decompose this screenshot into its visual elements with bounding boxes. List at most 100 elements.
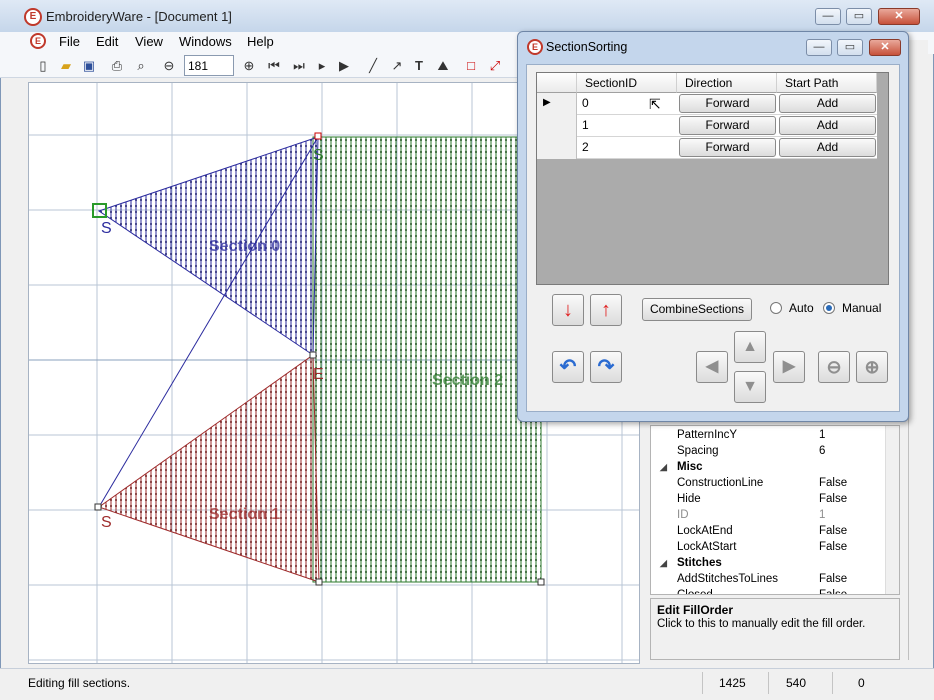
property-grid-scrollbar[interactable] bbox=[885, 426, 899, 594]
dialog-minimize-button[interactable]: — bbox=[806, 39, 832, 56]
property-category[interactable]: ◢ Stitches bbox=[651, 556, 887, 572]
property-value[interactable]: 1 bbox=[819, 429, 825, 441]
redo-icon[interactable]: ↷ bbox=[590, 351, 622, 383]
zoom-out-icon[interactable]: ⊖ bbox=[160, 57, 178, 75]
new-file-icon[interactable]: ▯ bbox=[34, 57, 52, 75]
zoom-input[interactable] bbox=[184, 55, 234, 76]
grid-row[interactable]: 2 Forward Add bbox=[537, 137, 877, 159]
direction-button[interactable]: Forward bbox=[679, 116, 776, 135]
property-value[interactable]: False bbox=[819, 573, 847, 585]
open-folder-icon[interactable]: ▰ bbox=[57, 57, 75, 75]
node-handle[interactable] bbox=[537, 578, 545, 586]
dialog-zoom-out-icon[interactable]: ⊖ bbox=[818, 351, 850, 383]
print-preview-icon[interactable]: ⌕ bbox=[132, 57, 150, 75]
dialog-restore-button[interactable]: ▭ bbox=[837, 39, 863, 56]
menu-view[interactable]: View bbox=[135, 34, 163, 49]
window-title: EmbroideryWare - [Document 1] bbox=[46, 9, 232, 24]
dialog-close-button[interactable]: ✕ bbox=[869, 39, 901, 56]
grid-row[interactable]: 1 Forward Add bbox=[537, 115, 877, 137]
property-value[interactable]: False bbox=[819, 541, 847, 553]
pan-left-icon[interactable]: ◀ bbox=[696, 351, 728, 383]
collapse-triangle-icon[interactable]: ◢ bbox=[660, 462, 667, 473]
section-2-shape[interactable] bbox=[312, 136, 542, 583]
fast-forward-icon[interactable]: ⏭ bbox=[290, 57, 308, 75]
step-icon[interactable]: ▸ bbox=[313, 57, 331, 75]
panel-splitter[interactable] bbox=[908, 40, 928, 660]
text-tool-icon[interactable]: T bbox=[410, 57, 428, 75]
cell-section-id[interactable]: 0 bbox=[582, 96, 589, 110]
property-row[interactable]: LockAtEnd False bbox=[651, 524, 887, 540]
section-end-marker: E bbox=[313, 366, 324, 383]
property-category[interactable]: ◢ Misc bbox=[651, 460, 887, 476]
property-row[interactable]: ConstructionLine False bbox=[651, 476, 887, 492]
dialog-zoom-in-icon[interactable]: ⊕ bbox=[856, 351, 888, 383]
property-row[interactable]: PatternIncY 1 bbox=[651, 428, 887, 444]
column-header-direction[interactable]: Direction bbox=[677, 73, 777, 93]
property-value[interactable]: False bbox=[819, 477, 847, 489]
menu-windows[interactable]: Windows bbox=[179, 34, 232, 49]
move-down-arrow-icon[interactable]: ↓ bbox=[552, 294, 584, 326]
mouse-cursor-icon: ⇱ bbox=[649, 96, 661, 112]
close-button[interactable]: ✕ bbox=[878, 8, 920, 25]
move-up-arrow-icon[interactable]: ↑ bbox=[590, 294, 622, 326]
property-name: ID bbox=[677, 509, 689, 521]
combine-sections-button[interactable]: CombineSections bbox=[642, 298, 752, 321]
grid-row[interactable]: ▶ 0 Forward Add ⇱ bbox=[537, 93, 877, 115]
property-row[interactable]: Spacing 6 bbox=[651, 444, 887, 460]
print-icon[interactable]: ⎙ bbox=[108, 57, 126, 75]
property-name: PatternIncY bbox=[677, 429, 738, 441]
section-1-shape[interactable] bbox=[97, 354, 320, 583]
mode-auto-radio[interactable] bbox=[770, 302, 782, 314]
line-tool-icon[interactable]: ╱ bbox=[364, 57, 382, 75]
column-header-start-path[interactable]: Start Path bbox=[777, 73, 877, 93]
pan-right-icon[interactable]: ▶ bbox=[773, 351, 805, 383]
play-icon[interactable]: ▶ bbox=[335, 57, 353, 75]
property-value[interactable]: False bbox=[819, 493, 847, 505]
property-value[interactable]: 6 bbox=[819, 445, 825, 457]
save-icon[interactable]: ▣ bbox=[80, 57, 98, 75]
section-1-start-marker: S bbox=[101, 514, 112, 531]
undo-icon[interactable]: ↶ bbox=[552, 351, 584, 383]
cell-section-id[interactable]: 1 bbox=[582, 118, 589, 132]
section-1-label: Section 1 bbox=[209, 506, 280, 523]
zoom-in-icon[interactable]: ⊕ bbox=[240, 57, 258, 75]
start-path-button[interactable]: Add bbox=[779, 138, 876, 157]
property-row[interactable]: Closed False bbox=[651, 588, 887, 594]
node-handle[interactable] bbox=[94, 503, 102, 511]
document-icon[interactable]: E bbox=[30, 33, 46, 49]
pan-down-icon[interactable]: ▼ bbox=[734, 371, 766, 403]
property-value[interactable]: 1 bbox=[819, 509, 825, 521]
curve-tool-icon[interactable]: ↗ bbox=[388, 57, 406, 75]
status-x: 1425 bbox=[719, 676, 746, 690]
collapse-triangle-icon[interactable]: ◢ bbox=[660, 558, 667, 569]
fast-back-icon[interactable]: ⏮ bbox=[265, 57, 283, 75]
rectangle-tool-icon[interactable]: □ bbox=[462, 57, 480, 75]
direction-button[interactable]: Forward bbox=[679, 138, 776, 157]
property-row[interactable]: AddStitchesToLines False bbox=[651, 572, 887, 588]
start-path-button[interactable]: Add bbox=[779, 94, 876, 113]
status-divider bbox=[702, 672, 703, 694]
path-tool-icon[interactable]: ⤢ bbox=[486, 57, 504, 75]
image-tool-icon[interactable]: ⛰ bbox=[434, 57, 452, 75]
minimize-button[interactable]: — bbox=[815, 8, 841, 25]
pan-up-icon[interactable]: ▲ bbox=[734, 331, 766, 363]
column-header-section-id[interactable]: SectionID bbox=[577, 73, 677, 93]
section-2-label: Section 2 bbox=[432, 372, 503, 389]
start-path-button[interactable]: Add bbox=[779, 116, 876, 135]
property-value[interactable]: False bbox=[819, 589, 847, 594]
property-row[interactable]: LockAtStart False bbox=[651, 540, 887, 556]
node-handle[interactable] bbox=[315, 578, 323, 586]
property-grid[interactable]: PatternIncY 1 Spacing 6 ◢ Misc ConstructionLin… bbox=[650, 425, 900, 595]
property-value[interactable]: False bbox=[819, 525, 847, 537]
property-row[interactable]: ID 1 bbox=[651, 508, 887, 524]
node-handle[interactable] bbox=[314, 132, 322, 140]
mode-manual-radio[interactable] bbox=[823, 302, 835, 314]
menu-edit[interactable]: Edit bbox=[96, 34, 118, 49]
restore-button[interactable]: ▭ bbox=[846, 8, 872, 25]
direction-button[interactable]: Forward bbox=[679, 94, 776, 113]
property-row[interactable]: Hide False bbox=[651, 492, 887, 508]
cell-section-id[interactable]: 2 bbox=[582, 140, 589, 154]
menu-help[interactable]: Help bbox=[247, 34, 274, 49]
menu-file[interactable]: File bbox=[59, 34, 80, 49]
node-handle[interactable] bbox=[309, 351, 317, 359]
